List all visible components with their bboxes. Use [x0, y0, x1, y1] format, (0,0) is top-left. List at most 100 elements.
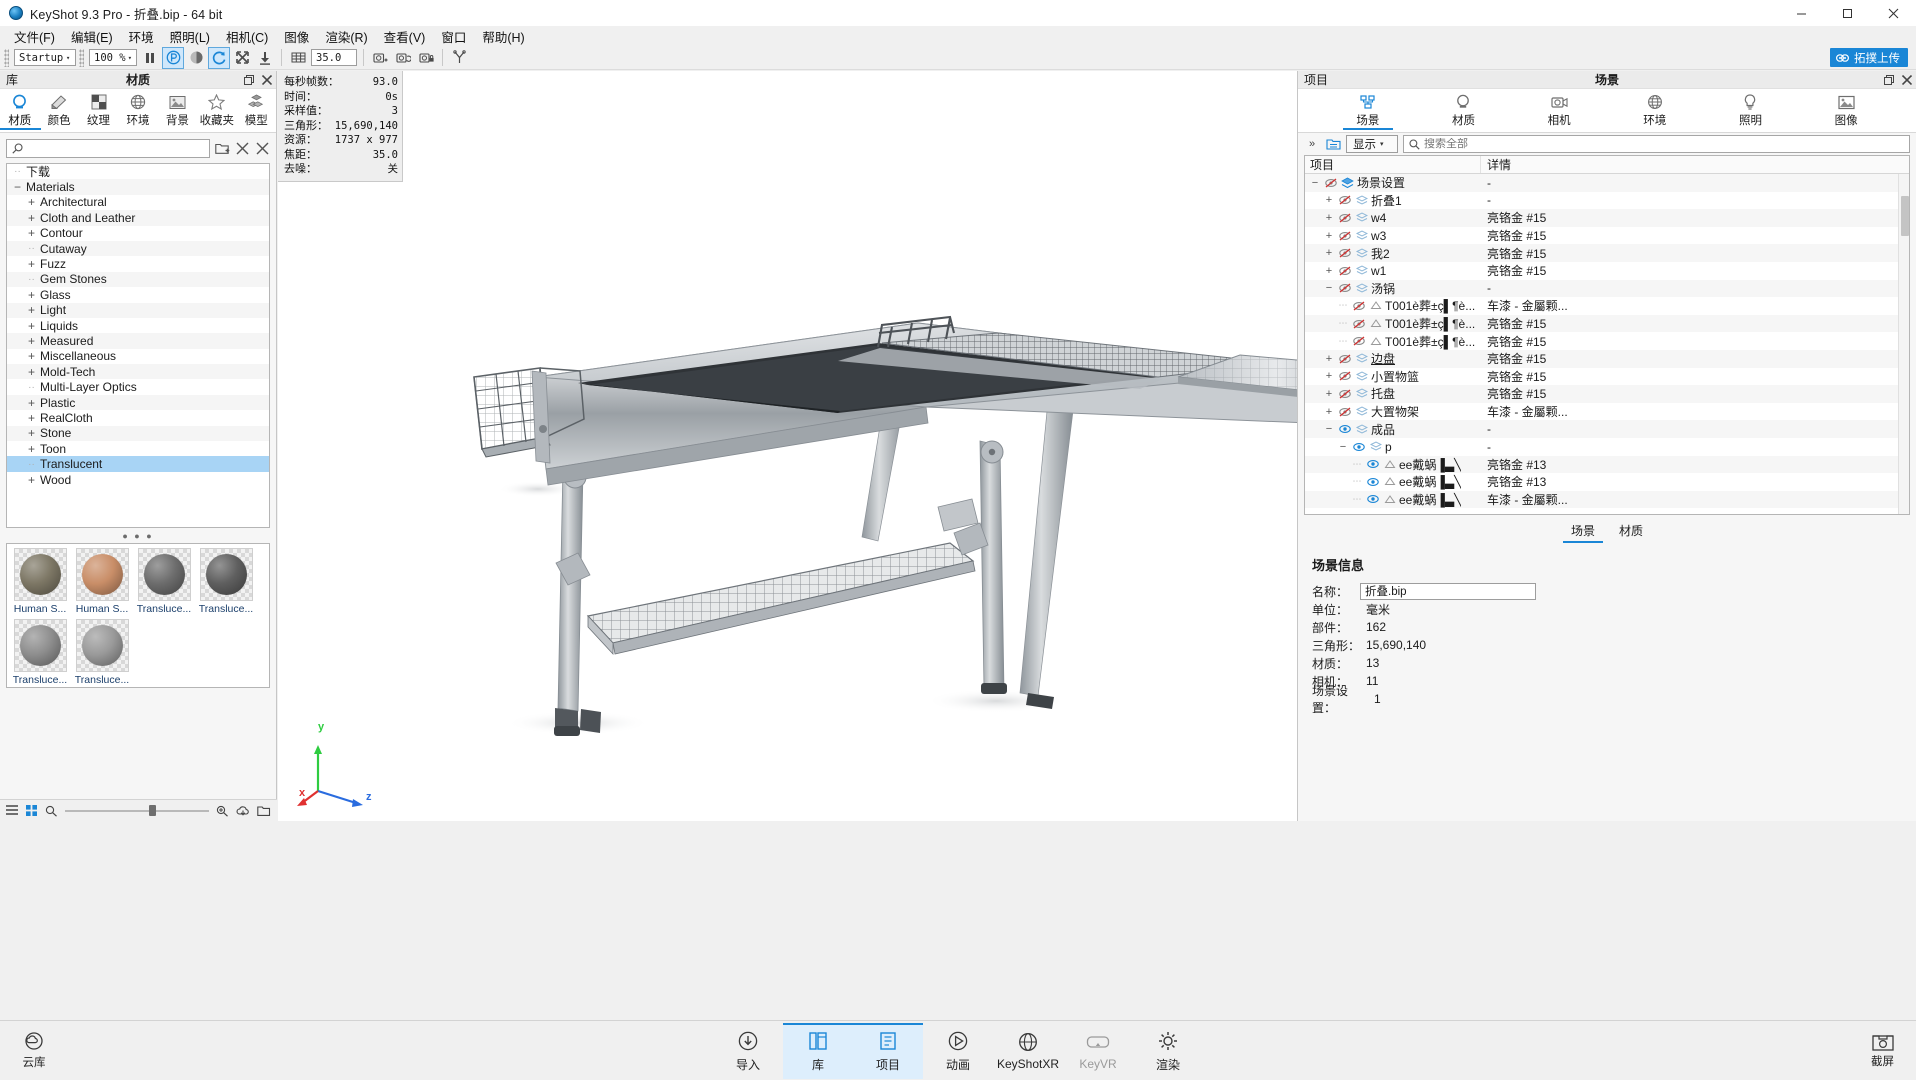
library-tree-item[interactable]: ·· Translucent	[7, 456, 269, 472]
library-tree-item[interactable]: + Architectural	[7, 195, 269, 210]
scene-search-input[interactable]	[1424, 138, 1909, 150]
visibility-off-icon[interactable]	[1337, 283, 1352, 293]
close-panel-icon[interactable]	[262, 74, 272, 85]
leaf-icon[interactable]: ··	[25, 274, 38, 285]
expand-icon[interactable]: +	[25, 473, 38, 487]
project-undock-icon[interactable]	[1884, 74, 1894, 85]
scene-tree-row[interactable]: + 大置物架 车漆 - 金屬颗...	[1305, 403, 1909, 421]
expand-icon[interactable]: +	[25, 365, 38, 379]
scene-tree-row[interactable]: ⋯ T001è葬±ç▌¶è... 车漆 - 金屬颗...	[1305, 297, 1909, 315]
visibility-off-icon[interactable]	[1337, 371, 1352, 381]
toolbar-grip[interactable]	[4, 48, 9, 67]
expand-icon[interactable]: +	[25, 211, 38, 225]
add-camera-button[interactable]	[370, 48, 390, 68]
zoom-out-icon[interactable]	[45, 805, 58, 817]
scene-tree-row[interactable]: ⋯ ee戴蜗▐▃╲ 亮铬金 #13	[1305, 455, 1909, 474]
visibility-off-icon[interactable]	[1351, 336, 1366, 346]
library-tree-item[interactable]: + Wood	[7, 472, 269, 487]
library-search-input[interactable]	[27, 142, 209, 155]
folder-open-icon[interactable]	[257, 805, 271, 817]
expand-icon[interactable]: +	[1323, 370, 1335, 382]
expand-icon[interactable]: +	[25, 396, 38, 410]
expand-icon[interactable]: +	[25, 442, 38, 456]
thumbnail-size-slider[interactable]	[65, 805, 209, 817]
project-tab-lighting[interactable]: 照明	[1728, 91, 1772, 128]
menu-lighting[interactable]: 照明(L)	[162, 25, 218, 48]
toolbar-grip-2[interactable]	[79, 48, 84, 67]
pin-view-button[interactable]	[449, 48, 469, 68]
drop-to-ground-button[interactable]	[255, 48, 275, 68]
expand-icon[interactable]: +	[1323, 353, 1335, 365]
scene-tree-row[interactable]: + w1 亮铬金 #15	[1305, 262, 1909, 280]
bottom-animation-button[interactable]: 动画	[923, 1023, 993, 1079]
scene-tree-row[interactable]: + 小置物篮 亮铬金 #15	[1305, 368, 1909, 386]
expand-icon[interactable]: +	[25, 226, 38, 240]
project-tab-camera[interactable]: 相机	[1537, 91, 1581, 128]
library-tree-item[interactable]: + Glass	[7, 287, 269, 302]
undock-icon[interactable]	[244, 74, 254, 85]
list-view-icon[interactable]	[6, 805, 19, 816]
visibility-off-icon[interactable]	[1337, 195, 1352, 205]
material-thumbnail[interactable]: Human S...	[71, 548, 133, 615]
library-tab-models[interactable]: 模型	[237, 91, 276, 128]
leaf-icon[interactable]: ⋯	[1337, 336, 1349, 347]
menu-render[interactable]: 渲染(R)	[317, 25, 375, 48]
leaf-icon[interactable]: ⋯	[1351, 476, 1363, 487]
bottom-tab-material[interactable]: 材质	[1607, 519, 1655, 543]
leaf-icon[interactable]: ⋯	[1351, 494, 1363, 505]
expand-icon[interactable]: +	[1323, 265, 1335, 277]
slider-knob[interactable]	[148, 805, 156, 816]
visibility-off-icon[interactable]	[1337, 354, 1352, 364]
library-tab-backgrounds[interactable]: 背景	[158, 91, 197, 128]
library-tree-item[interactable]: + Toon	[7, 441, 269, 456]
leaf-icon[interactable]: ⋯	[1337, 318, 1349, 329]
grid-view-icon[interactable]	[26, 804, 38, 817]
visibility-off-icon[interactable]	[1351, 301, 1366, 311]
menu-file[interactable]: 文件(F)	[6, 25, 63, 48]
shadow-toggle-button[interactable]	[186, 48, 206, 68]
bottom-library-button[interactable]: 库	[783, 1022, 853, 1079]
visibility-off-icon[interactable]	[1337, 266, 1352, 276]
leaf-icon[interactable]: ⋯	[1351, 459, 1363, 470]
material-thumbnail[interactable]: Transluce...	[9, 619, 71, 686]
expand-icon[interactable]: +	[1323, 194, 1335, 206]
scene-tree-row[interactable]: ⋯ T001è葬±ç▌¶è... 亮铬金 #15	[1305, 314, 1909, 333]
camera-preset-dropdown[interactable]: Startup ▾	[14, 49, 76, 66]
scene-tree-scroll-thumb[interactable]	[1901, 196, 1909, 236]
library-tree-item[interactable]: + Plastic	[7, 394, 269, 411]
library-search-box[interactable]	[6, 139, 210, 158]
library-tree-item[interactable]: − Materials	[7, 179, 269, 195]
visibility-off-icon[interactable]	[1337, 248, 1352, 258]
close-button[interactable]	[1870, 0, 1916, 26]
visibility-off-icon[interactable]	[1351, 319, 1366, 329]
cloud-library-button[interactable]: 云库	[22, 1031, 46, 1070]
duplicate-camera-button[interactable]	[393, 48, 413, 68]
menu-edit[interactable]: 编辑(E)	[63, 25, 121, 48]
scene-tree-row[interactable]: ⋯ ee戴蜗▐▃╲ 亮铬金 #13	[1305, 473, 1909, 491]
render-viewport[interactable]: 每秒帧数： 93.0 时间： 0s 采样值： 3 三角形： 15,690,140 资源： 1737…	[278, 71, 1297, 821]
scene-name-input[interactable]: 折叠.bip	[1360, 582, 1536, 600]
scene-tree[interactable]: 项目 详情 − 场景设置 - + 折叠1 - + w4 亮铬金 #15 + w3 亮铬金 #15 + 我2…	[1304, 155, 1910, 515]
project-tab-image[interactable]: 图像	[1824, 91, 1868, 128]
collapse-icon[interactable]: −	[1323, 282, 1335, 294]
expand-icon[interactable]: +	[25, 349, 38, 363]
performance-mode-button[interactable]	[162, 46, 184, 69]
menu-help[interactable]: 帮助(H)	[474, 25, 532, 48]
visibility-off-icon[interactable]	[1337, 231, 1352, 241]
scene-tree-row[interactable]: − 成品 -	[1305, 420, 1909, 438]
collapse-icon[interactable]: −	[11, 180, 24, 194]
menu-image[interactable]: 图像	[276, 25, 317, 48]
bottom-project-button[interactable]: 项目	[853, 1022, 923, 1079]
project-tab-environment[interactable]: 环境	[1633, 91, 1677, 128]
collapse-icon[interactable]: −	[1323, 423, 1335, 435]
library-tab-environments[interactable]: 环境	[118, 91, 157, 128]
library-tree-item[interactable]: + Fuzz	[7, 256, 269, 271]
scene-tree-row[interactable]: + 托盘 亮铬金 #15	[1305, 385, 1909, 403]
tree-toggle-icon[interactable]	[1325, 136, 1341, 152]
leaf-icon[interactable]: ··	[25, 243, 38, 254]
grid-toggle-button[interactable]	[288, 48, 308, 68]
scene-tree-row[interactable]: − p -	[1305, 438, 1909, 456]
leaf-icon[interactable]: ⋯	[1337, 300, 1349, 311]
menu-view[interactable]: 查看(V)	[376, 25, 434, 48]
expand-icon[interactable]: +	[25, 319, 38, 333]
